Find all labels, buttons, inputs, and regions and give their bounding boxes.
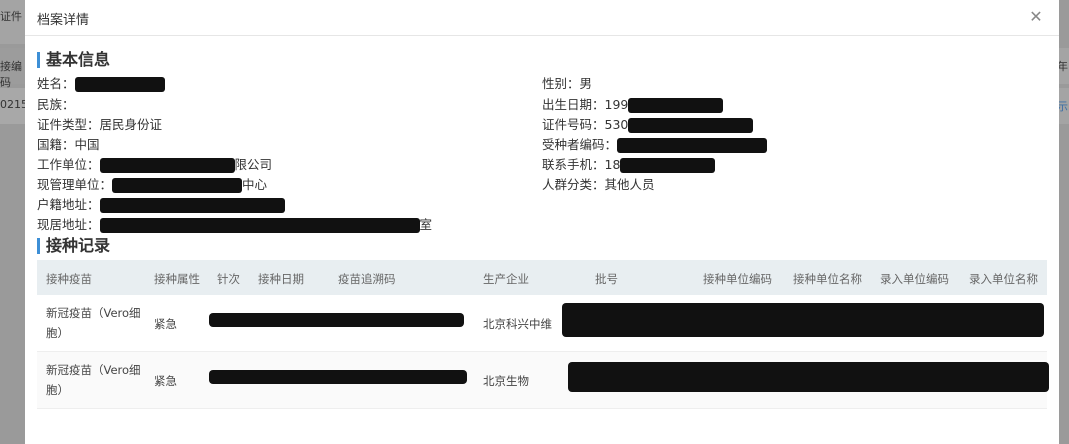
info-value: 中国 [74,137,100,152]
info-id-type: 证件类型：居民身份证 [37,114,162,133]
modal-header: 档案详情 ✕ [25,0,1059,36]
vaccine-cell: 新冠疫苗（Vero细胞） [46,363,141,397]
info-label: 现居地址： [37,217,100,232]
info-label: 联系手机： [542,157,605,172]
redaction [99,158,235,173]
column-header: 接种单位名称 [793,272,862,286]
column-header: 接种单位编码 [703,272,772,286]
info-id-number: 证件号码：530 [542,114,754,133]
manufacturer-cell: 北京生物 [483,374,529,388]
info-label: 姓名： [37,76,75,91]
info-value: 室 [419,217,433,232]
info-value: 18 [604,157,621,172]
vaccine-cell: 新冠疫苗（Vero细胞） [46,306,141,340]
attribute-cell: 紧急 [154,374,177,388]
column-header: 疫苗追溯码 [338,272,396,286]
redaction [562,303,1044,337]
basic-info-section-title: 基本信息 [37,52,110,68]
info-label: 证件类型： [37,117,100,132]
info-gender: 性别：男 [542,73,592,92]
redaction [628,98,724,113]
info-management-unit: 现管理单位： 中心 [37,174,267,193]
info-residence-address: 现居地址： 室 [37,214,432,233]
info-household-address: 户籍地址： [37,194,285,213]
manufacturer-cell: 北京科兴中维 [483,317,552,331]
info-population-category: 人群分类：其他人员 [542,174,655,193]
close-icon[interactable]: ✕ [1027,7,1045,26]
redaction [620,158,716,173]
info-label: 民族： [37,97,75,112]
info-value: 其他人员 [604,177,655,192]
redaction [568,362,1049,392]
redaction [628,118,754,133]
column-header: 录入单位编码 [880,272,949,286]
redaction [209,313,464,327]
column-header: 针次 [217,272,240,286]
info-nationality: 国籍：中国 [37,134,100,153]
column-header: 批号 [595,272,618,286]
info-label: 出生日期： [542,97,605,112]
info-value: 居民身份证 [99,117,163,132]
info-label: 国籍： [37,137,75,152]
info-label: 受种者编码： [542,137,618,152]
column-header: 接种日期 [258,272,304,286]
background-label: 证件 [0,10,22,23]
info-label: 性别： [542,76,580,91]
redaction [99,198,285,213]
info-label: 现管理单位： [37,177,113,192]
modal-title: 档案详情 [37,13,90,28]
info-value: 199 [604,97,629,112]
info-label: 户籍地址： [37,197,100,212]
redaction [617,138,768,153]
redaction [74,77,165,92]
info-name: 姓名： [37,73,165,92]
archive-detail-modal: 档案详情 ✕ 基本信息 姓名： 民族： 证件类型：居民身份证 国籍：中国 工作单… [25,0,1059,444]
info-value: 限公司 [234,157,273,172]
info-mobile: 联系手机：18 [542,154,716,173]
redaction [112,178,243,193]
column-header: 生产企业 [483,272,529,286]
attribute-cell: 紧急 [154,317,177,331]
redaction [209,370,467,384]
info-value: 中心 [242,177,268,192]
column-header: 接种属性 [154,272,200,286]
vaccination-section-title: 接种记录 [37,238,110,254]
info-work-unit: 工作单位： 限公司 [37,154,272,173]
table-row: 新冠疫苗（Vero细胞） 紧急 北京科兴中维 [37,295,1047,352]
info-birth-date: 出生日期：199 [542,94,724,113]
column-header: 录入单位名称 [969,272,1038,286]
vaccination-table: 接种疫苗 接种属性 针次 接种日期 疫苗追溯码 生产企业 批号 接种单位编码 接… [37,260,1049,409]
table-header: 接种疫苗 接种属性 针次 接种日期 疫苗追溯码 生产企业 批号 接种单位编码 接… [37,260,1047,295]
info-value: 530 [604,117,629,132]
column-header: 接种疫苗 [46,272,92,286]
info-label: 工作单位： [37,157,100,172]
table-row: 新冠疫苗（Vero细胞） 紧急 北京生物 [37,352,1049,409]
info-value: 男 [579,76,593,91]
info-label: 人群分类： [542,177,605,192]
info-recipient-code: 受种者编码： [542,134,768,153]
redaction [99,218,420,233]
info-ethnicity: 民族： [37,94,75,113]
info-label: 证件号码： [542,117,605,132]
